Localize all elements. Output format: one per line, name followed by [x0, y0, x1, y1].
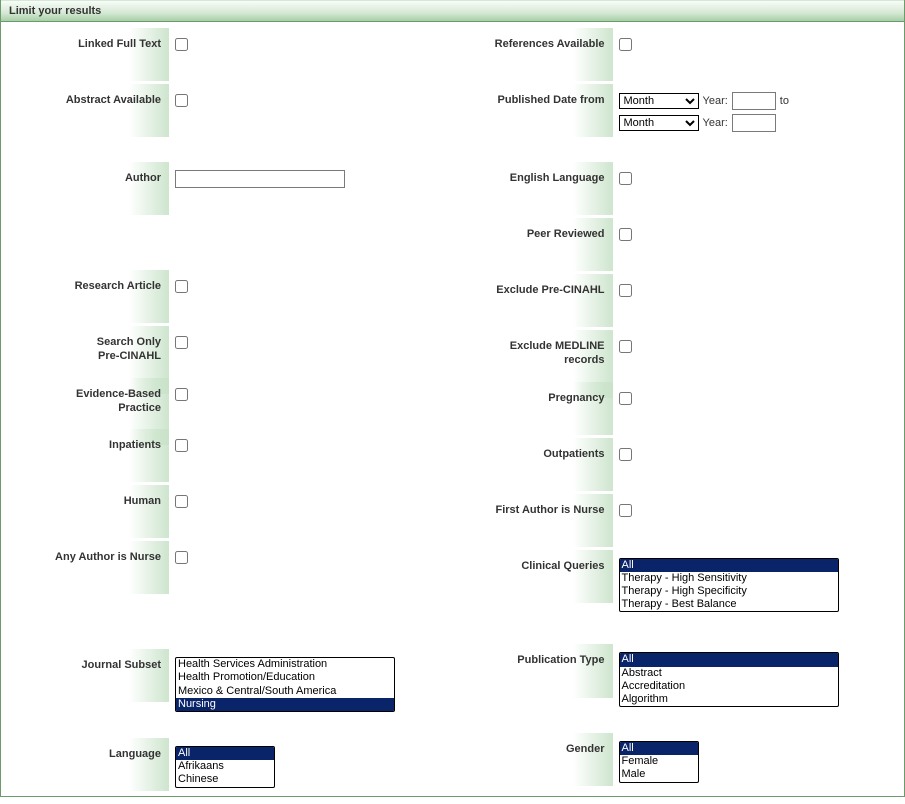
label-gender: Gender: [566, 743, 605, 755]
label-year-from: Year:: [703, 95, 728, 107]
checkbox-any-author-nurse[interactable]: [175, 551, 188, 564]
input-year-to[interactable]: [732, 114, 776, 132]
label-publication-type: Publication Type: [517, 654, 604, 666]
label-clinical-queries: Clinical Queries: [521, 560, 604, 572]
label-search-only-pre-cinahl-l1: Search Only: [97, 336, 161, 348]
select-clinical-queries[interactable]: AllTherapy - High SensitivityTherapy - H…: [619, 558, 839, 613]
label-pregnancy: Pregnancy: [548, 392, 604, 404]
label-author: Author: [125, 172, 161, 184]
label-english-language: English Language: [510, 172, 605, 184]
panel-body: Linked Full Text Abstract Available Auth…: [1, 22, 904, 796]
label-to: to: [780, 95, 789, 107]
label-any-author-nurse: Any Author is Nurse: [55, 551, 161, 563]
label-evidence-based-l1: Evidence-Based: [76, 388, 161, 400]
label-linked-full-text: Linked Full Text: [78, 38, 161, 50]
label-abstract-available: Abstract Available: [66, 94, 161, 106]
select-journal-subset[interactable]: Health Services AdministrationHealth Pro…: [175, 657, 395, 712]
checkbox-english-language[interactable]: [619, 172, 632, 185]
input-author[interactable]: [175, 170, 345, 188]
label-exclude-medline-l2: records: [564, 354, 604, 366]
right-column: References Available Published Date from…: [453, 36, 897, 788]
label-journal-subset: Journal Subset: [82, 659, 161, 671]
label-search-only-pre-cinahl-l2: Pre-CINAHL: [98, 350, 161, 362]
panel-header: Limit your results: [1, 0, 904, 22]
checkbox-references-available[interactable]: [619, 38, 632, 51]
checkbox-linked-full-text[interactable]: [175, 38, 188, 51]
label-evidence-based-l2: Practice: [118, 402, 161, 414]
select-month-from[interactable]: Month: [619, 93, 699, 109]
label-human: Human: [124, 495, 161, 507]
label-peer-reviewed: Peer Reviewed: [527, 228, 605, 240]
checkbox-outpatients[interactable]: [619, 448, 632, 461]
checkbox-inpatients[interactable]: [175, 439, 188, 452]
checkbox-pregnancy[interactable]: [619, 392, 632, 405]
select-gender[interactable]: AllFemaleMale: [619, 741, 699, 783]
left-column: Linked Full Text Abstract Available Auth…: [9, 36, 453, 788]
label-research-article: Research Article: [75, 280, 161, 292]
checkbox-first-author-nurse[interactable]: [619, 504, 632, 517]
select-language[interactable]: AllAfrikaansChinese: [175, 746, 275, 788]
checkbox-human[interactable]: [175, 495, 188, 508]
checkbox-exclude-medline[interactable]: [619, 340, 632, 353]
label-exclude-pre-cinahl: Exclude Pre-CINAHL: [496, 284, 604, 296]
checkbox-exclude-pre-cinahl[interactable]: [619, 284, 632, 297]
checkbox-research-article[interactable]: [175, 280, 188, 293]
checkbox-abstract-available[interactable]: [175, 94, 188, 107]
label-inpatients: Inpatients: [109, 439, 161, 451]
input-year-from[interactable]: [732, 92, 776, 110]
limit-results-panel: Limit your results Linked Full Text Abst…: [0, 0, 905, 797]
checkbox-search-only-pre-cinahl[interactable]: [175, 336, 188, 349]
select-publication-type[interactable]: AllAbstractAccreditationAlgorithm: [619, 652, 839, 707]
label-first-author-nurse: First Author is Nurse: [496, 504, 605, 516]
label-references-available: References Available: [495, 38, 605, 50]
label-published-date-from: Published Date from: [498, 94, 605, 106]
checkbox-peer-reviewed[interactable]: [619, 228, 632, 241]
label-year-to: Year:: [703, 117, 728, 129]
label-outpatients: Outpatients: [543, 448, 604, 460]
select-month-to[interactable]: Month: [619, 115, 699, 131]
label-language: Language: [109, 748, 161, 760]
checkbox-evidence-based[interactable]: [175, 388, 188, 401]
label-exclude-medline-l1: Exclude MEDLINE: [510, 340, 605, 352]
